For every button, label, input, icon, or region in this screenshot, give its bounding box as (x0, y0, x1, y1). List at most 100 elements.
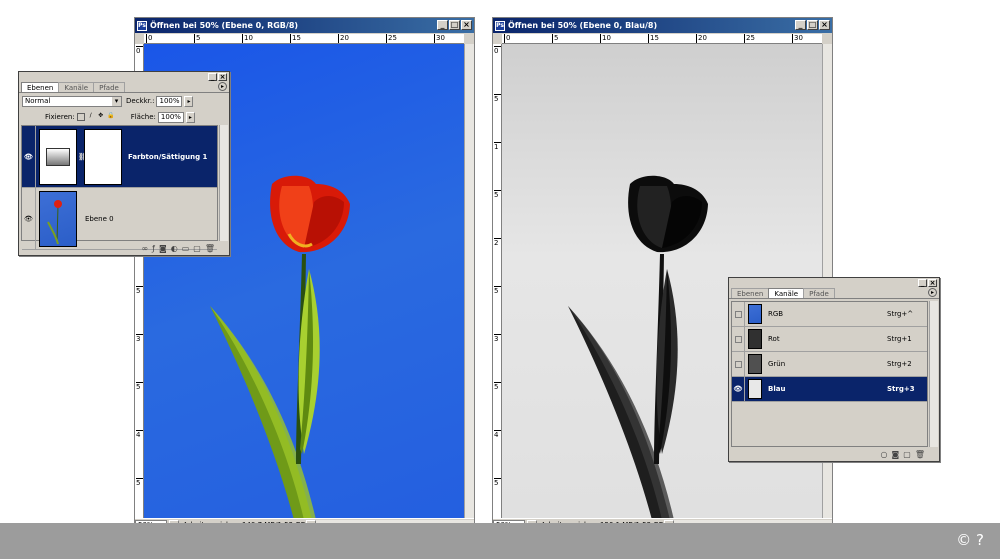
palette-header[interactable]: _ × (729, 278, 939, 288)
save-selection-icon[interactable]: ◙ (892, 450, 900, 459)
layer-mask-thumbnail (84, 128, 122, 185)
close-button[interactable]: × (461, 20, 472, 30)
load-selection-icon[interactable]: ○ (881, 450, 888, 459)
palette-tabs: Ebenen Kanäle Pfade ▸ (729, 288, 939, 299)
tulip-thumbnail (47, 199, 62, 244)
copyright-notice: © ? (956, 531, 984, 549)
ruler-tick: 5 (194, 34, 201, 43)
palette-menu-icon[interactable]: ▸ (928, 288, 937, 297)
ruler-tick: 5 (136, 382, 143, 391)
eye-icon[interactable]: 👁 (22, 188, 36, 249)
maximize-button[interactable]: □ (807, 20, 818, 30)
layer-list: 👁 ⛓ Farbton/Sättigung 1 👁 Ebene 0 (21, 125, 218, 250)
layer-row-hue-saturation[interactable]: 👁 ⛓ Farbton/Sättigung 1 (22, 126, 217, 188)
link-layers-icon[interactable]: ∞ (141, 244, 148, 253)
channels-palette[interactable]: _ × Ebenen Kanäle Pfade ▸ RGB Strg+^ Rot… (728, 277, 940, 462)
ruler-tick: 5 (136, 286, 143, 295)
blend-mode-select[interactable]: Normal (22, 95, 122, 107)
vertical-scrollbar[interactable] (464, 44, 474, 518)
channel-name: Blau (768, 385, 786, 393)
palette-scrollbar[interactable] (219, 125, 228, 241)
minimize-button[interactable]: _ (795, 20, 806, 30)
ruler-tick: 20 (696, 34, 707, 43)
lock-image-icon[interactable]: ∕ (87, 113, 95, 121)
channel-row-green[interactable]: Grün Strg+2 (732, 352, 927, 377)
ruler-tick: 30 (434, 34, 445, 43)
new-channel-icon[interactable]: ▢ (903, 450, 911, 459)
lock-all-icon[interactable]: 🔒 (107, 113, 115, 121)
tab-paths[interactable]: Pfade (803, 288, 835, 298)
ruler-tick: 10 (242, 34, 253, 43)
palette-header[interactable]: _ × (19, 72, 229, 82)
eye-icon[interactable]: 👁 (22, 126, 36, 187)
ruler-tick: 3 (136, 334, 143, 343)
trash-icon[interactable]: 🗑 (915, 450, 925, 459)
channel-thumbnail (748, 304, 762, 324)
tab-layers[interactable]: Ebenen (21, 82, 60, 92)
ruler-tick: 5 (494, 190, 501, 199)
ruler-tick: 15 (648, 34, 659, 43)
ruler-tick: 25 (744, 34, 755, 43)
new-layer-icon[interactable]: ▢ (193, 244, 201, 253)
channel-thumbnail (748, 379, 762, 399)
window-titlebar[interactable]: Ps Öffnen bei 50% (Ebene 0, RGB/8) _ □ × (135, 18, 474, 33)
visibility-toggle[interactable] (732, 327, 745, 351)
layer-row-ebene-0[interactable]: 👁 Ebene 0 (22, 188, 217, 250)
channel-shortcut: Strg+3 (887, 385, 915, 393)
tab-channels[interactable]: Kanäle (768, 288, 805, 298)
channel-row-red[interactable]: Rot Strg+1 (732, 327, 927, 352)
eye-icon[interactable]: 👁 (732, 377, 745, 401)
tab-channels[interactable]: Kanäle (58, 82, 95, 92)
new-adjustment-icon[interactable]: ◐ (171, 244, 178, 253)
visibility-toggle[interactable] (732, 302, 745, 326)
trash-icon[interactable]: 🗑 (205, 244, 215, 253)
layer-thumbnail (39, 190, 77, 247)
palette-menu-icon[interactable]: ▸ (218, 82, 227, 91)
channel-name: Grün (768, 360, 786, 368)
channel-row-blue[interactable]: 👁 Blau Strg+3 (732, 377, 927, 402)
palette-scrollbar[interactable] (929, 301, 938, 447)
layer-style-icon[interactable]: ƒ (152, 244, 155, 253)
layers-palette[interactable]: _ × Ebenen Kanäle Pfade ▸ Normal Deckkr.… (18, 71, 230, 256)
new-group-icon[interactable]: ▭ (182, 244, 190, 253)
ruler-tick: 2 (494, 238, 501, 247)
add-mask-icon[interactable]: ◙ (159, 244, 167, 253)
minimize-button[interactable]: _ (437, 20, 448, 30)
ruler-tick: 4 (136, 430, 143, 439)
link-chain-icon[interactable]: ⛓ (78, 153, 87, 161)
ruler-tick: 0 (146, 34, 153, 43)
maximize-button[interactable]: □ (449, 20, 460, 30)
photoshop-icon: Ps (495, 20, 505, 31)
tab-layers[interactable]: Ebenen (731, 288, 770, 298)
horizontal-ruler: 0 5 10 15 20 25 30 (502, 34, 822, 44)
opacity-input[interactable]: 100% (156, 95, 183, 107)
ruler-tick: 5 (494, 286, 501, 295)
channel-name: Rot (768, 335, 780, 343)
ruler-tick: 25 (386, 34, 397, 43)
lock-position-icon[interactable]: ✥ (97, 113, 105, 121)
visibility-toggle[interactable] (732, 352, 745, 376)
lock-label: Fixieren: (45, 113, 75, 121)
close-button[interactable]: × (819, 20, 830, 30)
ruler-tick: 0 (494, 46, 501, 55)
ruler-tick: 5 (552, 34, 559, 43)
fill-input[interactable]: 100% (157, 111, 184, 123)
fill-slider-arrow-icon[interactable]: ▸ (185, 111, 195, 123)
window-titlebar[interactable]: Ps Öffnen bei 50% (Ebene 0, Blau/8) _ □ … (493, 18, 832, 33)
palette-close-button[interactable]: × (218, 73, 227, 81)
channel-row-rgb[interactable]: RGB Strg+^ (732, 302, 927, 327)
ruler-tick: 3 (494, 334, 501, 343)
horizontal-ruler: 0 5 10 15 20 25 30 (144, 34, 464, 44)
ruler-tick: 10 (600, 34, 611, 43)
tab-paths[interactable]: Pfade (93, 82, 125, 92)
opacity-slider-arrow-icon[interactable]: ▸ (184, 95, 194, 107)
adjustment-layer-thumbnail (39, 128, 77, 185)
palette-close-button[interactable]: × (928, 279, 937, 287)
palette-minimize-button[interactable]: _ (918, 279, 927, 287)
lock-transparency-icon[interactable] (76, 113, 85, 121)
channel-shortcut: Strg+1 (887, 335, 912, 343)
layer-name: Farbton/Sättigung 1 (128, 152, 208, 161)
palette-footer: ○ ◙ ▢ 🗑 (729, 448, 939, 461)
palette-minimize-button[interactable]: _ (208, 73, 217, 81)
palette-footer: ∞ ƒ ◙ ◐ ▭ ▢ 🗑 (19, 242, 229, 255)
